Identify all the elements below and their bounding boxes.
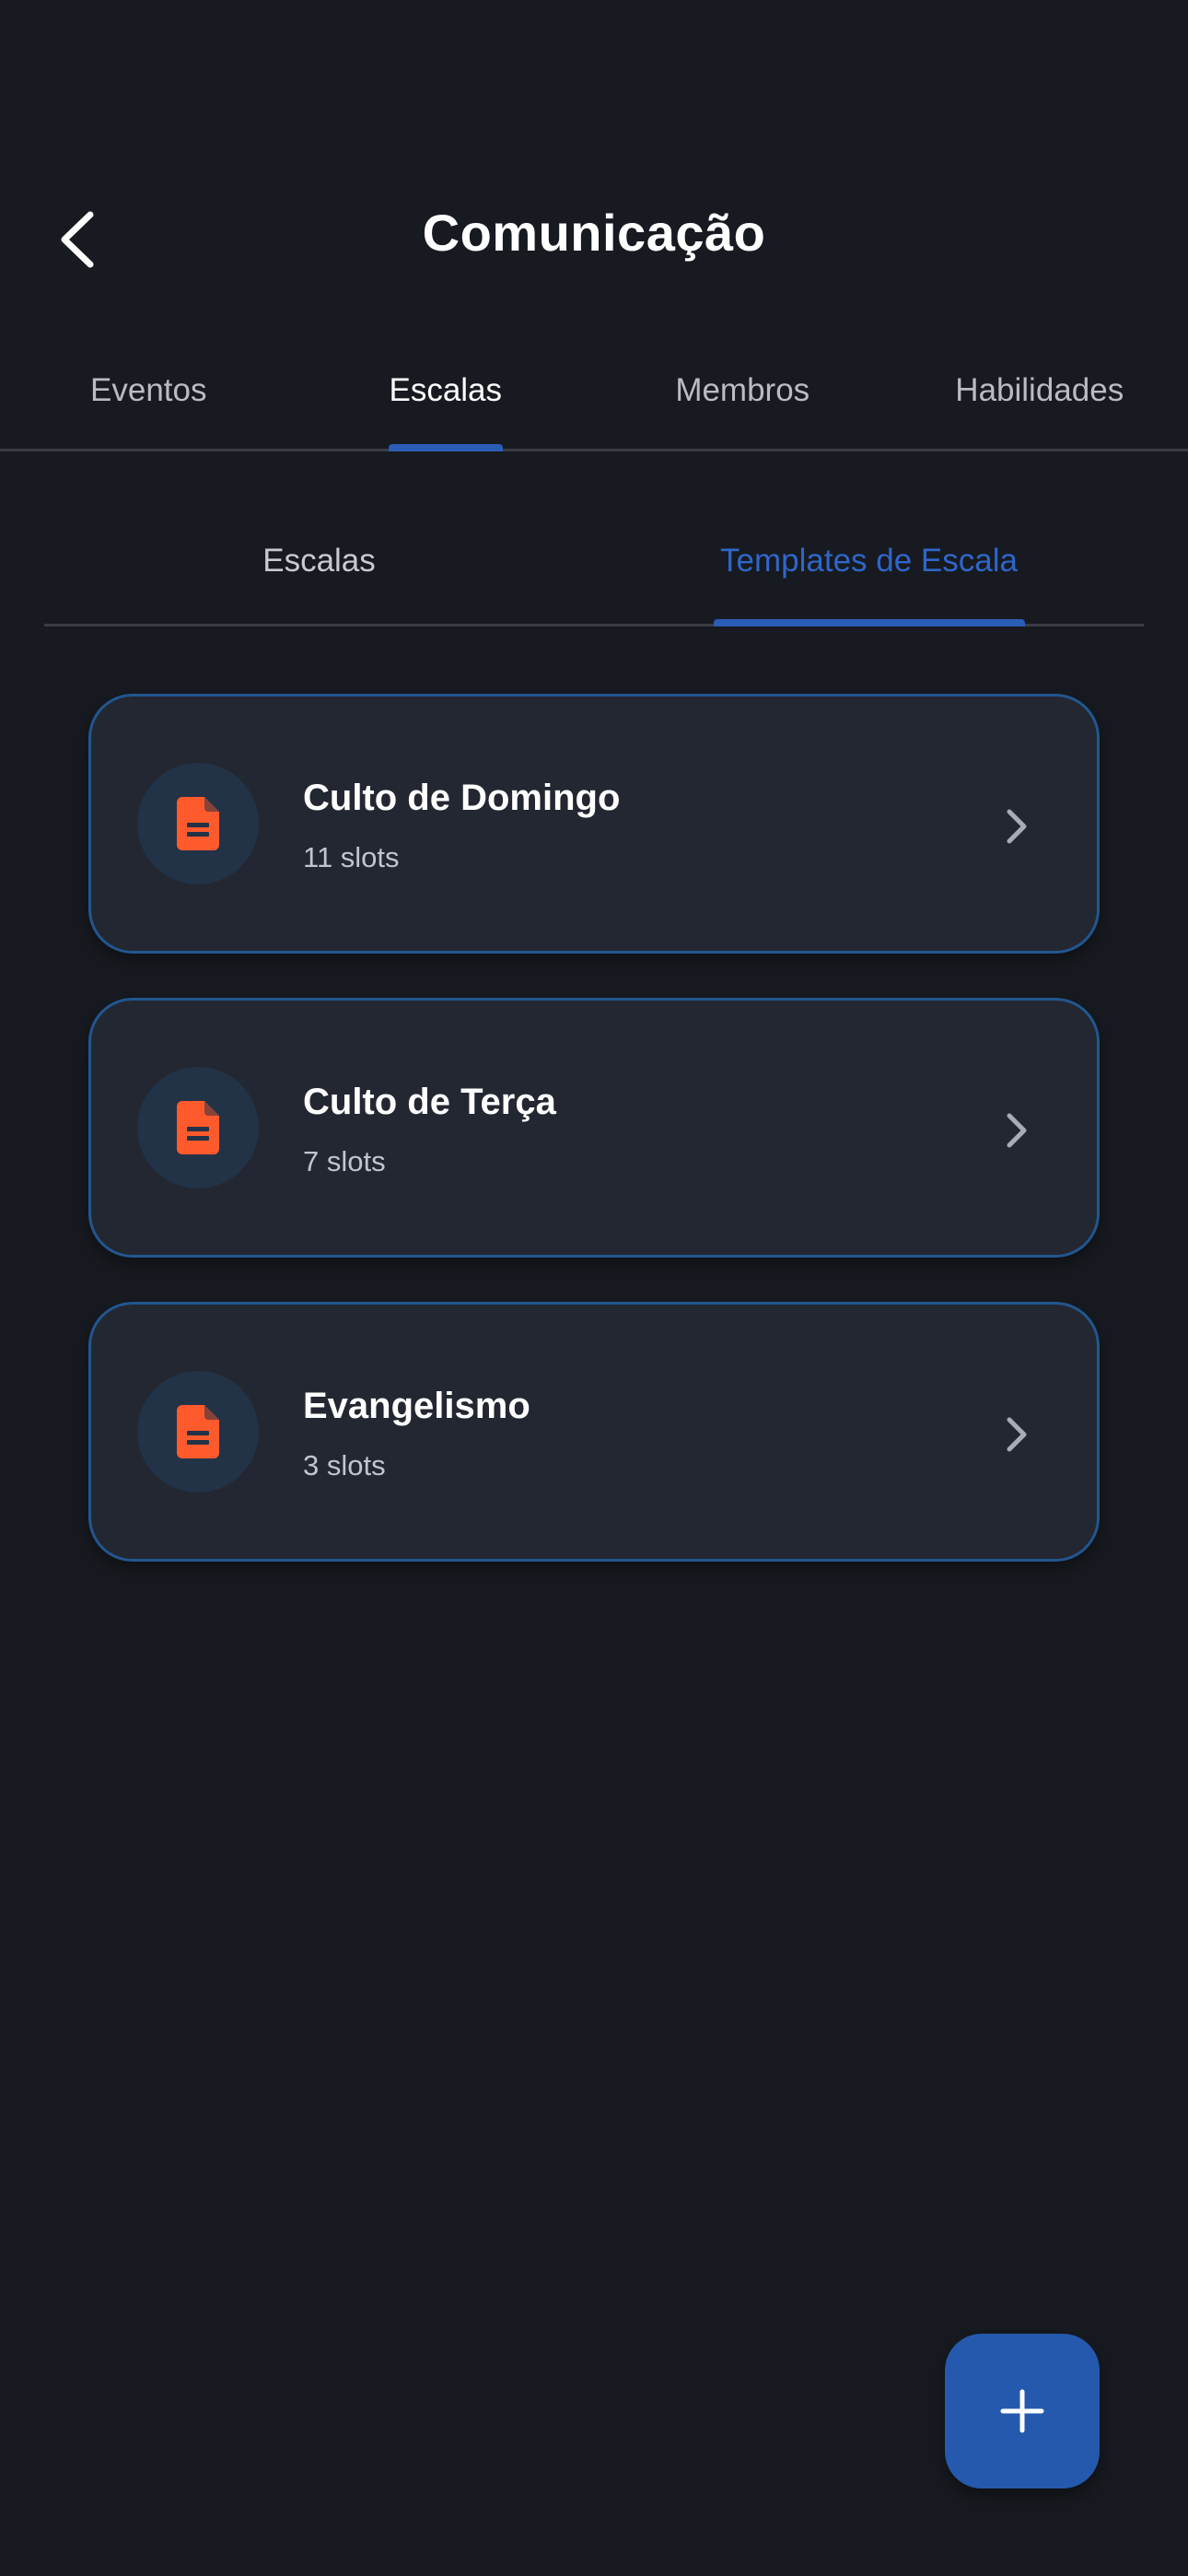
add-template-button[interactable] xyxy=(945,2334,1100,2488)
template-slots: 11 slots xyxy=(303,841,400,873)
app-header: Comunicação xyxy=(0,166,1188,313)
tab-membros[interactable]: Membros xyxy=(594,332,891,449)
template-list: Culto de Domingo 11 slots Culto de Terça… xyxy=(88,694,1100,1606)
template-card[interactable]: Evangelismo 3 slots xyxy=(88,1302,1100,1562)
tab-eventos[interactable]: Eventos xyxy=(0,332,297,449)
document-icon-circle xyxy=(137,1067,259,1188)
document-icon xyxy=(177,1405,219,1458)
chevron-right-icon xyxy=(994,1411,1040,1458)
tab-escalas[interactable]: Escalas xyxy=(297,332,595,451)
template-title: Culto de Domingo xyxy=(303,778,621,818)
template-title: Culto de Terça xyxy=(303,1082,556,1122)
template-slots: 7 slots xyxy=(303,1145,386,1177)
main-tab-bar: Eventos Escalas Membros Habilidades xyxy=(0,332,1188,451)
template-slots: 3 slots xyxy=(303,1449,386,1481)
subtab-templates-de-escala[interactable]: Templates de Escala xyxy=(594,498,1144,626)
tab-label: Habilidades xyxy=(955,371,1124,408)
active-subtab-indicator xyxy=(713,619,1025,626)
active-tab-indicator xyxy=(388,444,503,451)
sub-tab-bar: Escalas Templates de Escala xyxy=(44,498,1144,626)
subtab-escalas[interactable]: Escalas xyxy=(44,498,594,624)
tab-habilidades[interactable]: Habilidades xyxy=(891,332,1188,449)
template-card[interactable]: Culto de Domingo 11 slots xyxy=(88,694,1100,954)
template-card[interactable]: Culto de Terça 7 slots xyxy=(88,998,1100,1258)
subtab-label: Escalas xyxy=(262,542,376,579)
chevron-right-icon xyxy=(994,803,1040,849)
subtab-label: Templates de Escala xyxy=(720,542,1018,579)
plus-icon xyxy=(1000,2389,1044,2433)
tab-label: Escalas xyxy=(389,371,503,408)
document-icon xyxy=(177,1101,219,1154)
chevron-right-icon xyxy=(994,1107,1040,1153)
tab-label: Membros xyxy=(675,371,810,408)
document-icon-circle xyxy=(137,763,259,884)
document-icon xyxy=(177,797,219,850)
tab-label: Eventos xyxy=(90,371,207,408)
template-title: Evangelismo xyxy=(303,1386,530,1426)
page-title: Comunicação xyxy=(422,204,766,262)
document-icon-circle xyxy=(137,1371,259,1493)
